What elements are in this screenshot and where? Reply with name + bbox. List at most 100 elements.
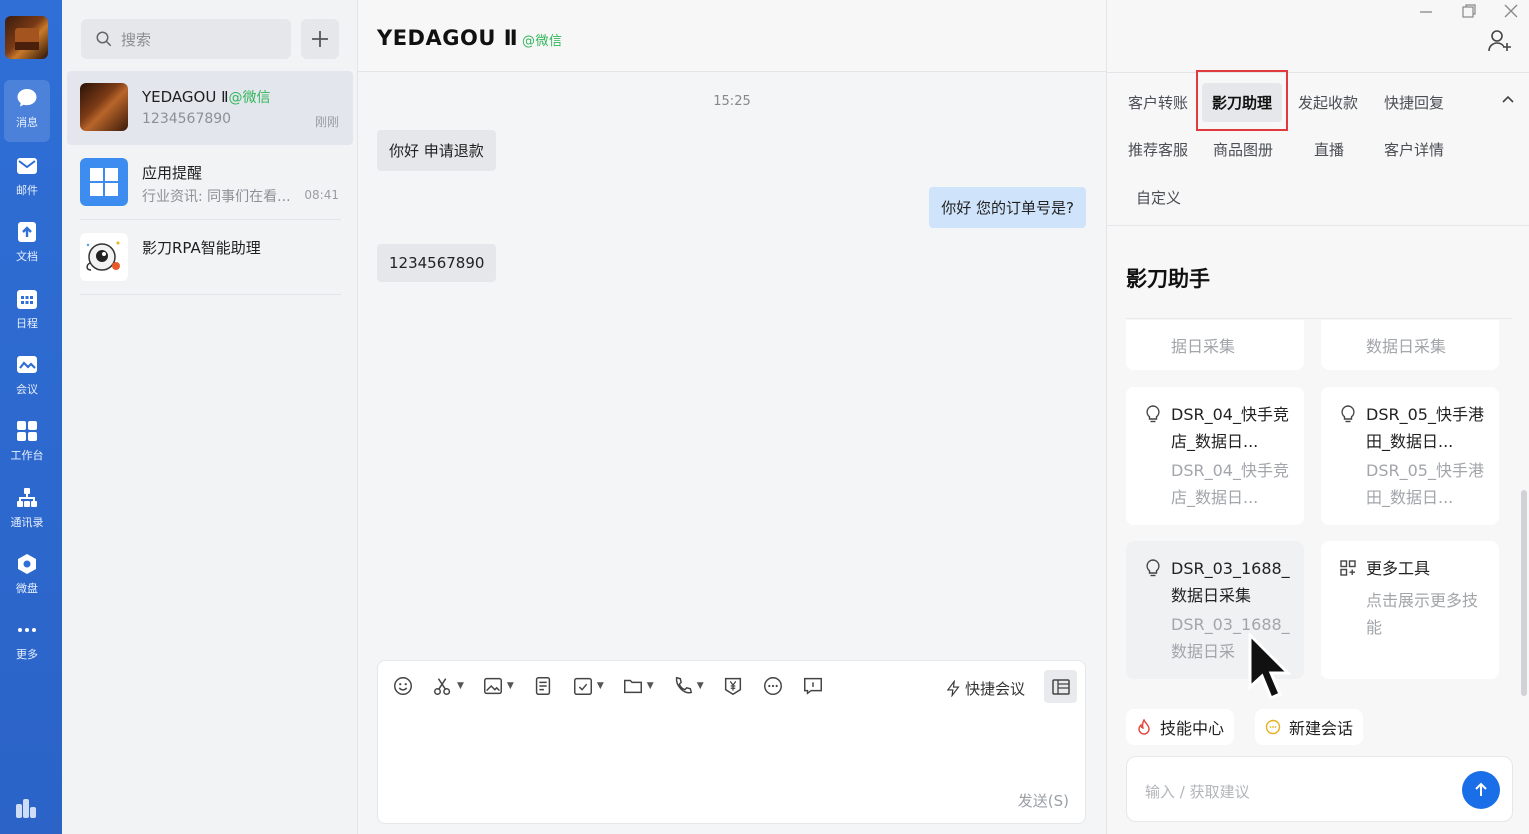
add-member-icon[interactable] [1487, 28, 1513, 54]
more-tools-card[interactable]: 更多工具 点击展示更多技能 [1321, 541, 1499, 679]
rail-more[interactable]: 更多 [0, 612, 54, 674]
skill-card[interactable]: DSR_05_快手港田_数据日... DSR_05_快手港田_数据日... [1321, 387, 1499, 525]
tab-customer-transfer[interactable]: 客户转账 [1128, 92, 1188, 113]
assistant-input[interactable]: 输入 / 获取建议 [1126, 756, 1513, 822]
message-bubble-received[interactable]: 你好 申请退款 [377, 130, 496, 171]
mouse-cursor-icon [1248, 633, 1292, 700]
more-tools-button[interactable] [762, 675, 784, 697]
add-button[interactable] [301, 19, 339, 59]
search-placeholder: 搜索 [121, 30, 152, 49]
tab-custom[interactable]: 自定义 [1136, 187, 1181, 208]
tab-live[interactable]: 直播 [1314, 139, 1344, 160]
message-composer[interactable]: ▼ ▼ ▼ ▼ ▼ 快捷会议 发送(S) [377, 660, 1086, 824]
payment-button[interactable] [722, 675, 744, 697]
document-icon [535, 677, 550, 695]
tab-customer-details[interactable]: 客户详情 [1384, 139, 1444, 160]
send-button[interactable]: 发送(S) [1018, 790, 1069, 811]
rail-workbench[interactable]: 工作台 [0, 413, 54, 475]
emoji-button[interactable] [392, 675, 414, 697]
skill-center-button[interactable]: 技能中心 [1126, 709, 1235, 745]
rail-label: 通讯录 [10, 516, 44, 529]
panel-tabs: 客户转账 影刀助理 发起收款 快捷回复 推荐客服 商品图册 直播 客户详情 自定… [1107, 72, 1529, 226]
chat-bubble-icon [17, 89, 37, 107]
message-card-button[interactable] [802, 675, 824, 697]
submit-button[interactable] [1462, 771, 1500, 809]
conversation-time: 刚刚 [314, 115, 339, 129]
scissors-icon [434, 678, 451, 695]
rail-label: 微盘 [16, 582, 38, 595]
tab-quick-reply[interactable]: 快捷回复 [1384, 92, 1444, 113]
rail-calendar[interactable]: 日程 [0, 281, 54, 343]
chat-circle-icon [1265, 719, 1281, 735]
contact-avatar [80, 83, 128, 131]
conversation-item[interactable]: 应用提醒 行业资讯: 同事们在看... 08:41 [67, 146, 353, 220]
new-session-button[interactable]: 新建会话 [1255, 709, 1364, 745]
chevron-up-icon[interactable] [1500, 92, 1516, 108]
rail-meeting[interactable]: 会议 [0, 347, 54, 409]
calendar-icon [17, 290, 37, 309]
message-bubble-sent[interactable]: 你好 您的订单号是? [929, 187, 1086, 228]
checklist-icon [573, 677, 592, 695]
skill-card[interactable]: 据日采集 [1126, 320, 1304, 370]
rail-mail[interactable]: 邮件 [0, 148, 54, 210]
rail-docs[interactable]: 文档 [0, 214, 54, 276]
doc-button[interactable] [532, 675, 554, 697]
skill-card[interactable]: DSR_04_快手竞店_数据日... DSR_04_快手竞店_数据日... [1126, 387, 1304, 525]
message-bubble-received[interactable]: 1234567890 [377, 244, 497, 282]
quick-meeting-button[interactable]: 快捷会议 [945, 678, 1025, 699]
layout-toggle-button[interactable] [1044, 670, 1077, 703]
close-icon[interactable] [1504, 4, 1518, 18]
skill-card-desc: 据日采集 [1171, 337, 1236, 356]
rail-contacts[interactable]: 通讯录 [0, 480, 54, 542]
chat-header: YEDAGOU Ⅱ @微信 [358, 0, 1106, 72]
skill-card-title: DSR_03_1688_数据日采集 [1171, 559, 1290, 605]
skill-card-desc: 数据日采集 [1366, 337, 1447, 356]
task-button[interactable]: ▼ [572, 675, 604, 697]
apps-shelf-icon[interactable] [14, 796, 38, 820]
tab-collect-payment[interactable]: 发起收款 [1298, 92, 1358, 113]
skill-card-desc: DSR_05_快手港田_数据日... [1366, 461, 1484, 507]
phone-icon [675, 676, 692, 694]
tab-product-album[interactable]: 商品图册 [1213, 139, 1273, 160]
robot-icon [86, 241, 120, 271]
skill-card-desc: DSR_04_快手竞店_数据日... [1171, 461, 1289, 507]
grid-icon [17, 421, 37, 441]
skill-card-title: DSR_05_快手港田_数据日... [1366, 405, 1484, 451]
conversation-preview: 行业资讯: 同事们在看... [142, 189, 291, 205]
conversation-item[interactable]: YEDAGOU Ⅱ@微信 1234567890 刚刚 [67, 71, 353, 145]
skill-card-desc: 点击展示更多技能 [1366, 591, 1479, 637]
panel-scrollbar[interactable] [1521, 490, 1527, 696]
more-icon [18, 628, 36, 632]
conversation-item[interactable]: 影刀RPA智能助理 [67, 221, 353, 295]
conversation-time: 08:41 [304, 188, 339, 202]
rail-messages[interactable]: 消息 [4, 80, 50, 142]
call-button[interactable]: ▼ [672, 675, 704, 697]
lightning-icon [946, 680, 960, 697]
screenshot-button[interactable]: ▼ [432, 675, 464, 697]
rail-label: 更多 [16, 648, 38, 661]
tab-recommend-service[interactable]: 推荐客服 [1128, 139, 1188, 160]
conversation-name: 影刀RPA智能助理 [142, 239, 261, 257]
conversation-name: 应用提醒 [142, 164, 203, 182]
active-tab-highlight [1196, 70, 1288, 131]
my-avatar[interactable] [5, 16, 48, 59]
lightbulb-icon [1146, 559, 1160, 577]
caret-down-icon: ▼ [646, 681, 654, 691]
caret-down-icon: ▼ [596, 681, 604, 691]
chat-title[interactable]: YEDAGOU Ⅱ @微信 [377, 26, 563, 50]
folder-button[interactable]: ▼ [622, 675, 654, 697]
assistant-input-placeholder: 输入 / 获取建议 [1145, 783, 1250, 801]
rail-drive[interactable]: 微盘 [0, 546, 54, 608]
arrow-up-icon [1475, 782, 1487, 796]
search-input[interactable]: 搜索 [81, 19, 291, 59]
skill-card[interactable]: 数据日采集 [1321, 320, 1499, 370]
chat-area: YEDAGOU Ⅱ @微信 15:25 你好 申请退款 你好 您的订单号是? 12… [358, 0, 1106, 834]
layout-icon [1051, 678, 1070, 695]
document-icon [18, 222, 36, 242]
minimize-icon[interactable] [1419, 6, 1433, 18]
image-button[interactable]: ▼ [482, 675, 514, 697]
skill-card-title: DSR_04_快手竞店_数据日... [1171, 405, 1289, 451]
restore-icon[interactable] [1462, 4, 1476, 18]
robot-avatar [80, 233, 128, 281]
rail-label: 消息 [16, 116, 38, 129]
